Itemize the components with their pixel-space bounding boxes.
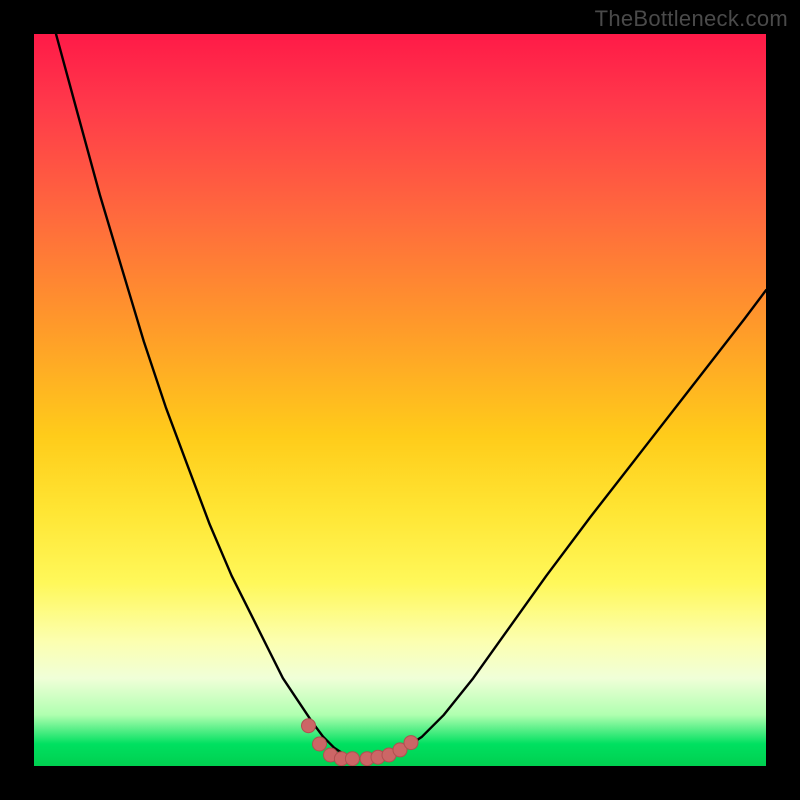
marker-dot	[313, 737, 327, 751]
marker-dot	[404, 736, 418, 750]
watermark-text: TheBottleneck.com	[595, 6, 788, 32]
chart-svg	[34, 34, 766, 766]
marker-dot	[345, 752, 359, 766]
marker-dot	[302, 719, 316, 733]
chart-frame: TheBottleneck.com	[0, 0, 800, 800]
plot-area	[34, 34, 766, 766]
bottleneck-curve	[34, 34, 766, 759]
bottom-markers	[302, 719, 419, 766]
